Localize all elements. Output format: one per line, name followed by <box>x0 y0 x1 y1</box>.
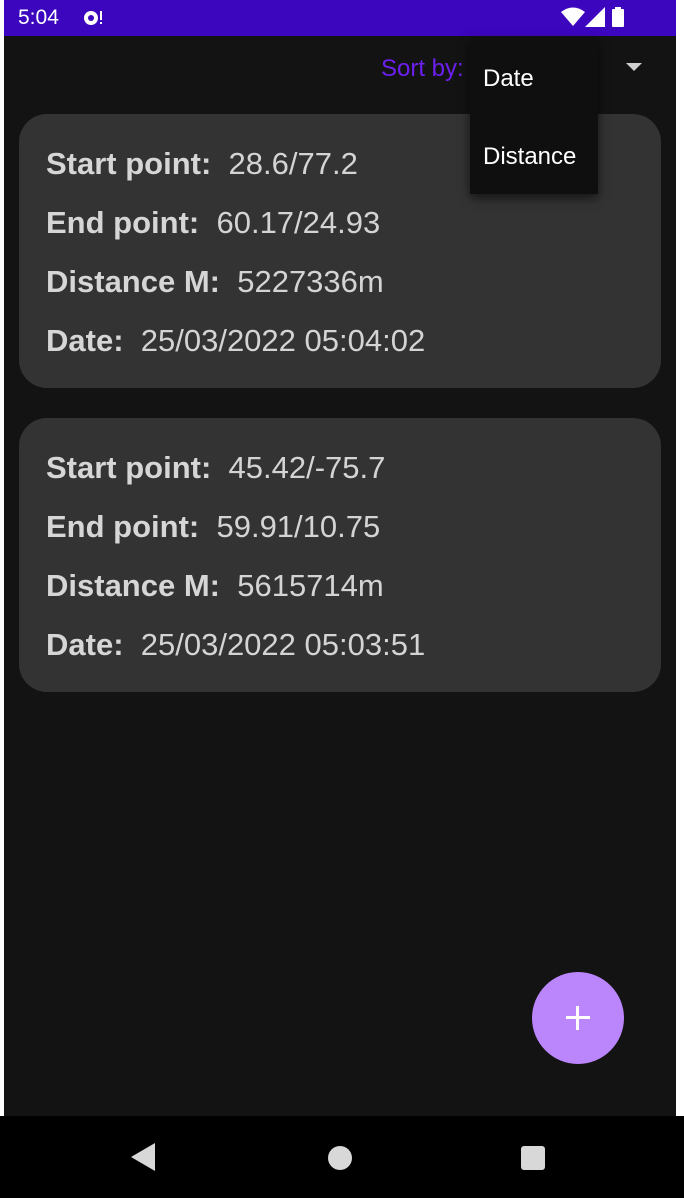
notification-icon <box>82 8 106 28</box>
recents-icon[interactable] <box>521 1146 545 1170</box>
sort-option-date[interactable]: Date <box>483 65 534 93</box>
battery-icon <box>612 7 624 27</box>
sort-dropdown-arrow-icon[interactable] <box>626 63 642 71</box>
date-label: Date: <box>46 627 124 662</box>
app-screen: 5:04 Sort by: Start point: 28.6/77.2 End… <box>4 0 676 1116</box>
distance-label: Distance M: <box>46 568 220 603</box>
home-icon[interactable] <box>328 1146 352 1170</box>
status-time: 5:04 <box>18 6 59 29</box>
start-point-row: Start point: 45.42/-75.7 <box>46 450 385 486</box>
status-bar: 5:04 <box>4 0 676 36</box>
back-icon[interactable] <box>131 1143 155 1171</box>
route-card[interactable]: Start point: 45.42/-75.7 End point: 59.9… <box>19 418 661 692</box>
signal-icon <box>585 7 605 27</box>
date-value: 25/03/2022 05:03:51 <box>140 627 426 662</box>
distance-row: Distance M: 5615714m <box>46 568 384 604</box>
end-point-row: End point: 60.17/24.93 <box>46 205 380 241</box>
end-point-row: End point: 59.91/10.75 <box>46 509 380 545</box>
distance-label: Distance M: <box>46 264 220 299</box>
end-point-label: End point: <box>46 205 200 240</box>
distance-value: 5227336m <box>237 264 384 299</box>
sort-by-label: Sort by: <box>381 55 464 82</box>
date-row: Date: 25/03/2022 05:04:02 <box>46 323 425 359</box>
distance-row: Distance M: 5227336m <box>46 264 384 300</box>
start-point-value: 45.42/-75.7 <box>228 450 386 485</box>
end-point-label: End point: <box>46 509 200 544</box>
start-point-row: Start point: 28.6/77.2 <box>46 146 358 182</box>
sort-option-distance[interactable]: Distance <box>483 143 576 171</box>
add-route-button[interactable] <box>532 972 624 1064</box>
start-point-value: 28.6/77.2 <box>228 146 358 181</box>
navigation-bar <box>0 1116 684 1198</box>
sort-dropdown-menu: Date Distance <box>470 38 598 194</box>
end-point-value: 60.17/24.93 <box>216 205 381 240</box>
distance-value: 5615714m <box>237 568 384 603</box>
wifi-icon <box>561 7 585 26</box>
date-value: 25/03/2022 05:04:02 <box>140 323 426 358</box>
date-label: Date: <box>46 323 124 358</box>
end-point-value: 59.91/10.75 <box>216 509 381 544</box>
start-point-label: Start point: <box>46 146 212 181</box>
date-row: Date: 25/03/2022 05:03:51 <box>46 627 425 663</box>
start-point-label: Start point: <box>46 450 212 485</box>
